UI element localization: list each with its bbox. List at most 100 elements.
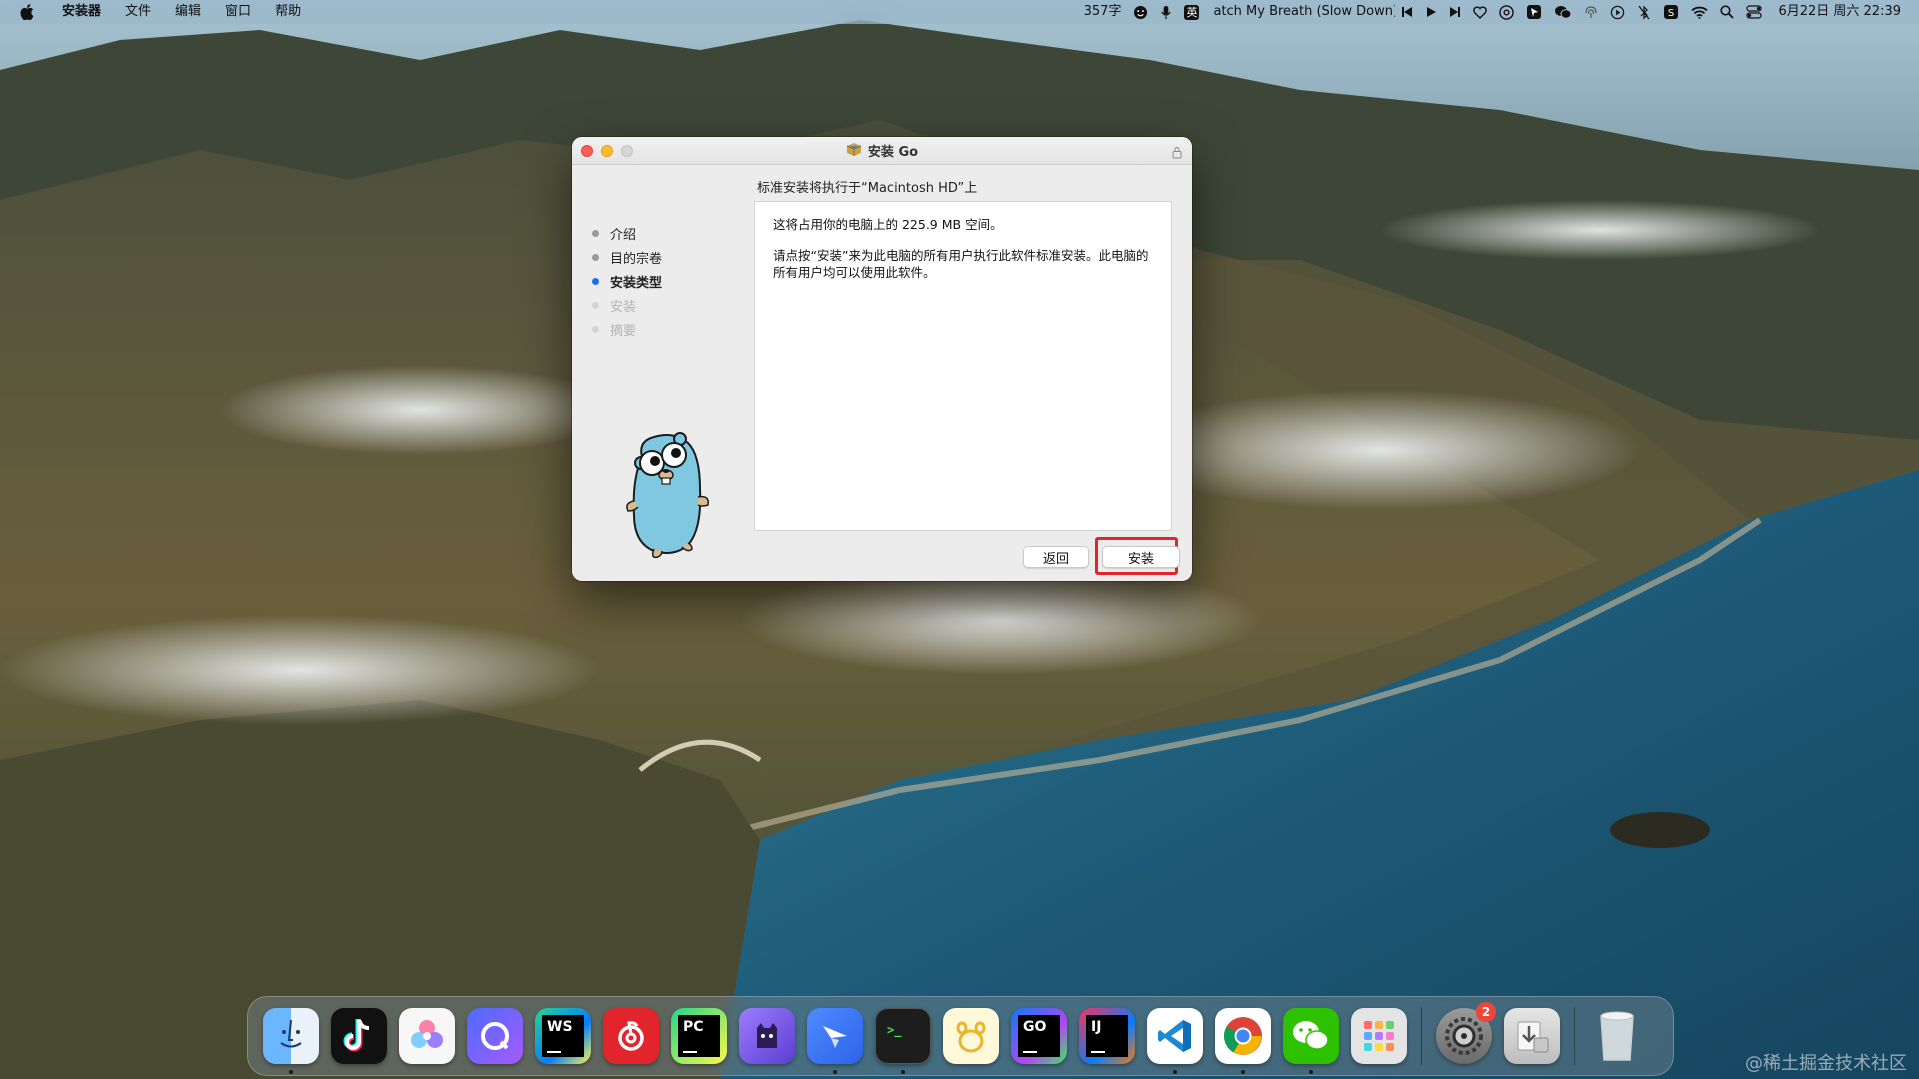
step-label: 安装类型 [610, 275, 663, 291]
dock-item-downloads[interactable] [1498, 1002, 1566, 1070]
running-indicator [1173, 1070, 1177, 1074]
dock-item-feishu[interactable] [801, 1002, 869, 1074]
intellij-underscore [1091, 1051, 1105, 1053]
intellij-icon: IJ [1079, 1008, 1135, 1064]
installer-window: 安装 Go 标准安装将执行于“Macintosh HD”上 介绍 目的宗卷 安装… [572, 137, 1192, 581]
dock-item-photos-app[interactable] [393, 1002, 461, 1070]
go-gopher-mascot-icon [608, 419, 718, 559]
back-button[interactable]: 返回 [1023, 546, 1089, 568]
dock-item-chrome[interactable] [1209, 1002, 1277, 1074]
dock-item-launchpad[interactable] [1345, 1002, 1413, 1070]
netease-music-icon [603, 1008, 659, 1064]
window-title: 安装 Go [867, 145, 919, 160]
close-window-button[interactable] [581, 145, 593, 157]
github-desktop-icon [739, 1008, 795, 1064]
step-indicator-dot [592, 229, 599, 237]
step-indicator-dot [592, 301, 599, 309]
dock-item-trash[interactable] [1583, 1002, 1651, 1070]
now-playing-title[interactable]: atch My Breath (Slow Down) [1205, 0, 1395, 24]
paw-app-icon [943, 1008, 999, 1064]
window-titlebar[interactable]: 安装 Go [572, 137, 1192, 165]
control-center-icon[interactable] [1740, 5, 1768, 19]
step-label: 目的宗卷 [610, 251, 663, 267]
install-instructions-text: 请点按“安装”来为此电脑的所有用户执行此软件标准安装。此电脑的所有用户均可以使用… [773, 248, 1149, 280]
cursor-app-icon[interactable] [1520, 4, 1548, 20]
step-indicator-dot [592, 253, 599, 261]
dock-item-intellij[interactable]: IJ [1073, 1002, 1141, 1070]
menu-datetime[interactable]: 6月22日 周六 22:39 [1768, 0, 1909, 24]
dock: WS PC >_ GO IJ 2 [247, 996, 1674, 1076]
disk-space-text: 这将占用你的电脑上的 225.9 MB 空间。 [773, 217, 1003, 232]
bluetooth-off-icon[interactable] [1631, 5, 1657, 20]
goland-underscore [1023, 1051, 1037, 1053]
smiley-icon[interactable] [1127, 5, 1154, 20]
dock-item-quark[interactable] [461, 1002, 529, 1070]
dock-item-webstorm[interactable]: WS [529, 1002, 597, 1070]
menu-app-name[interactable]: 安装器 [50, 0, 113, 24]
menu-file[interactable]: 文件 [113, 0, 163, 24]
wifi-icon[interactable] [1685, 6, 1714, 19]
fingerprint-icon[interactable] [1578, 5, 1604, 20]
dock-item-pycharm[interactable]: PC [665, 1002, 733, 1070]
step-label: 介绍 [610, 227, 637, 243]
heart-icon[interactable] [1467, 5, 1493, 19]
word-count[interactable]: 357字 [1078, 0, 1128, 24]
intellij-label: IJ [1091, 1019, 1102, 1035]
netease-status-icon[interactable] [1493, 4, 1520, 20]
running-indicator [833, 1070, 837, 1074]
photos-app-icon [399, 1008, 455, 1064]
step-destination: 目的宗卷 [592, 245, 662, 269]
wechat-icon [1283, 1008, 1339, 1064]
step-introduction: 介绍 [592, 221, 662, 245]
terminal-icon: >_ [875, 1008, 931, 1064]
next-track-icon[interactable] [1443, 6, 1467, 18]
step-indicator-dot [592, 277, 599, 285]
step-label: 摘要 [610, 323, 637, 339]
pycharm-label: PC [683, 1019, 704, 1035]
running-indicator [901, 1070, 905, 1074]
step-installation-type: 安装类型 [592, 269, 662, 293]
dock-item-finder[interactable] [257, 1002, 325, 1074]
dock-item-wechat[interactable] [1277, 1002, 1345, 1074]
running-indicator [289, 1070, 293, 1074]
dock-item-netease-music[interactable] [597, 1002, 665, 1070]
install-button[interactable]: 安装 [1102, 546, 1180, 568]
spotlight-search-icon[interactable] [1714, 5, 1740, 19]
tiktok-icon [331, 1008, 387, 1064]
apple-menu-icon[interactable] [18, 3, 36, 21]
webstorm-underscore [547, 1051, 561, 1053]
lock-icon[interactable] [1172, 144, 1182, 163]
menu-bar: 安装器 文件 编辑 窗口 帮助 357字 英 atch My Breath (S… [0, 0, 1919, 24]
notification-badge: 2 [1476, 1002, 1496, 1022]
minimize-window-button[interactable] [601, 145, 613, 157]
menu-window[interactable]: 窗口 [213, 0, 263, 24]
wechat-status-icon[interactable] [1548, 5, 1578, 20]
play-icon[interactable] [1419, 6, 1443, 18]
menu-help[interactable]: 帮助 [263, 0, 313, 24]
microphone-icon[interactable] [1154, 5, 1178, 20]
goland-icon: GO [1011, 1008, 1067, 1064]
scrivener-icon[interactable]: S [1657, 4, 1685, 20]
dock-item-vscode[interactable] [1141, 1002, 1209, 1074]
feishu-icon [807, 1008, 863, 1064]
dock-item-system-settings[interactable]: 2 [1430, 1002, 1498, 1070]
launchpad-icon [1351, 1008, 1407, 1064]
menu-edit[interactable]: 编辑 [163, 0, 213, 24]
vscode-icon [1147, 1008, 1203, 1064]
watermark: @稀土掘金技术社区 [1745, 1053, 1907, 1074]
goland-label: GO [1023, 1019, 1047, 1035]
pycharm-underscore [683, 1051, 697, 1053]
install-location-heading: 标准安装将执行于“Macintosh HD”上 [757, 181, 978, 196]
input-method-icon[interactable]: 英 [1178, 4, 1205, 20]
svg-text:>_: >_ [887, 1023, 902, 1038]
dock-item-github-desktop[interactable] [733, 1002, 801, 1070]
dock-item-tiktok[interactable] [325, 1002, 393, 1070]
dock-item-paw[interactable] [937, 1002, 1005, 1070]
running-indicator [1309, 1070, 1313, 1074]
dock-separator [1421, 1007, 1422, 1065]
step-install: 安装 [592, 293, 662, 317]
dock-item-goland[interactable]: GO [1005, 1002, 1073, 1070]
previous-track-icon[interactable] [1395, 6, 1419, 18]
play-circle-icon[interactable] [1604, 5, 1631, 20]
dock-item-terminal[interactable]: >_ [869, 1002, 937, 1074]
